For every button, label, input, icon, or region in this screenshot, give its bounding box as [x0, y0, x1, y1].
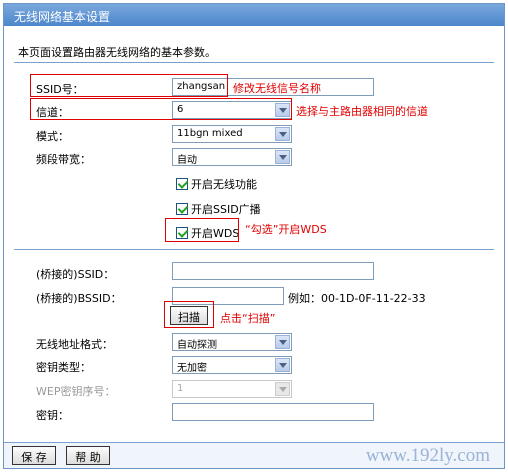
bandwidth-select[interactable]: 自动: [172, 148, 292, 166]
key-input[interactable]: [172, 403, 374, 421]
bridge-ssid-label: (桥接的)SSID：: [36, 268, 115, 281]
divider-top: [14, 62, 494, 63]
ssid-annotation: 修改无线信号名称: [233, 82, 321, 95]
wds-highlight: [165, 218, 239, 242]
mac-format-label: 无线地址格式：: [36, 338, 113, 351]
key-type-label: 密钥类型：: [36, 361, 91, 374]
checkbox-checked-icon[interactable]: [176, 178, 188, 190]
channel-highlight: [30, 98, 292, 120]
help-button[interactable]: 帮 助: [66, 446, 110, 465]
mode-label: 模式：: [36, 130, 69, 143]
mac-format-select[interactable]: 自动探测: [172, 333, 292, 351]
wep-index-value: 1: [177, 383, 184, 394]
scan-annotation: 点击“扫描”: [220, 312, 276, 325]
bridge-ssid-input[interactable]: [172, 262, 374, 280]
save-button[interactable]: 保 存: [12, 446, 56, 465]
enable-wireless-label: 开启无线功能: [191, 178, 257, 191]
page-title: 无线网络基本设置: [4, 4, 504, 26]
bridge-bssid-label: (桥接的)BSSID：: [36, 292, 122, 305]
chevron-down-icon[interactable]: [275, 150, 290, 164]
scan-highlight: [164, 301, 214, 328]
enable-ssid-broadcast-checkbox[interactable]: 开启SSID广播: [176, 201, 261, 217]
mode-select[interactable]: 11bgn mixed: [172, 125, 292, 143]
chevron-down-icon: [275, 382, 290, 396]
key-label: 密钥：: [36, 409, 69, 422]
bandwidth-value: 自动: [177, 155, 197, 166]
mode-value: 11bgn mixed: [177, 128, 243, 139]
bandwidth-label: 频段带宽：: [36, 153, 91, 166]
enable-ssid-broadcast-label: 开启SSID广播: [191, 203, 261, 216]
chevron-down-icon[interactable]: [275, 127, 290, 141]
divider-middle: [14, 249, 494, 250]
wep-index-label: WEP密钥序号：: [36, 385, 116, 398]
chevron-down-icon[interactable]: [275, 335, 290, 349]
mac-format-value: 自动探测: [177, 340, 217, 351]
page-description: 本页面设置路由器无线网络的基本参数。: [18, 46, 216, 59]
ssid-highlight: [30, 74, 228, 97]
bssid-example: 例如：00-1D-0F-11-22-33: [288, 292, 426, 305]
key-type-select[interactable]: 无加密: [172, 356, 292, 374]
watermark: www.192ly.com: [365, 445, 490, 466]
enable-wireless-checkbox[interactable]: 开启无线功能: [176, 176, 257, 192]
checkbox-checked-icon[interactable]: [176, 203, 188, 215]
wds-annotation: “勾选”开启WDS: [245, 223, 327, 236]
footer-bar: 保 存 帮 助 www.192ly.com: [4, 442, 504, 468]
chevron-down-icon[interactable]: [275, 358, 290, 372]
wep-index-select: 1: [172, 380, 292, 398]
key-type-value: 无加密: [177, 363, 207, 374]
settings-panel: 无线网络基本设置 本页面设置路由器无线网络的基本参数。 SSID号： zhang…: [3, 3, 505, 469]
channel-annotation: 选择与主路由器相同的信道: [296, 105, 428, 118]
